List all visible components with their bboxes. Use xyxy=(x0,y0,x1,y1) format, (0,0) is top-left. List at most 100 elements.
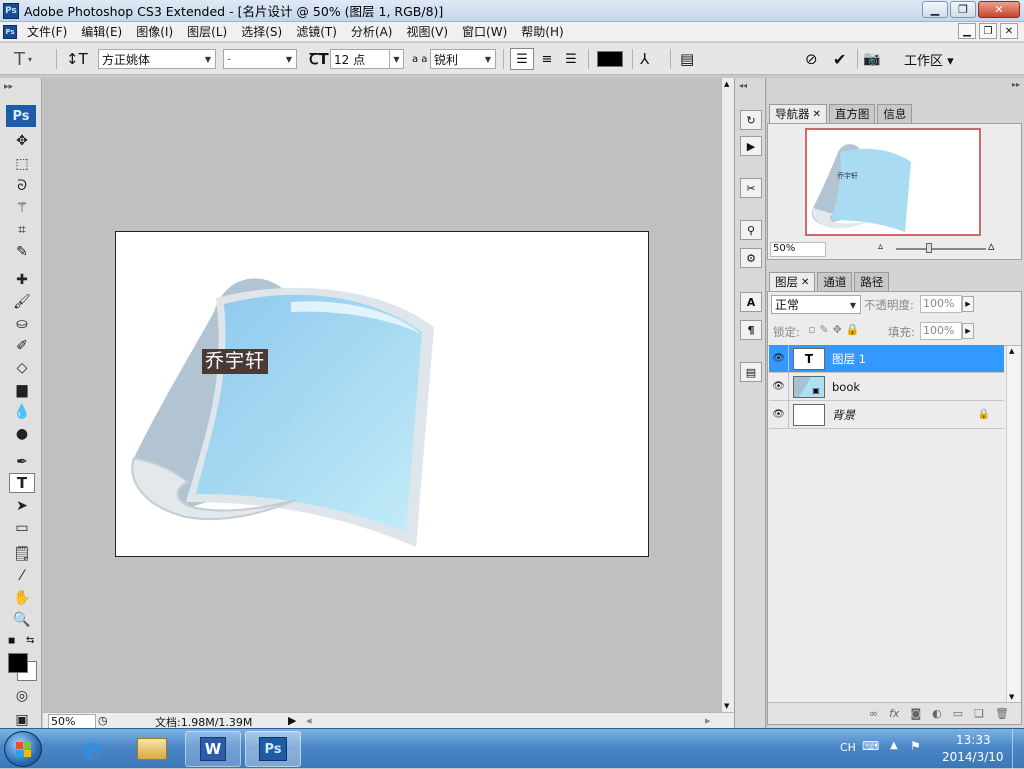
type-tool-icon[interactable]: T xyxy=(9,473,35,493)
tab-navigator[interactable]: 导航器 ✕ xyxy=(769,104,827,123)
tab-info[interactable]: 信息 xyxy=(877,104,913,123)
tray-expand-icon[interactable]: ▲ xyxy=(890,740,898,751)
clone-stamp-tool-icon[interactable]: ⛀ xyxy=(9,314,35,334)
swap-colors-icon[interactable]: ⇆ xyxy=(26,635,34,646)
close-button[interactable]: ✕ xyxy=(978,1,1020,18)
menu-file[interactable]: 文件(F) xyxy=(20,23,74,40)
visibility-eye-icon[interactable]: 👁 xyxy=(769,400,789,429)
new-group-icon[interactable]: ▭ xyxy=(953,707,963,720)
lock-icons[interactable]: ▫✎✥🔒 xyxy=(808,323,864,336)
commit-edit-icon[interactable]: ✔ xyxy=(833,48,846,70)
pen-tool-icon[interactable]: ✒ xyxy=(9,452,35,472)
blur-tool-icon[interactable]: 💧 xyxy=(9,402,35,422)
notes-tool-icon[interactable]: 🗒 xyxy=(9,544,35,564)
font-style-select[interactable]: - ▼ xyxy=(223,49,297,69)
dodge-tool-icon[interactable]: ● xyxy=(9,424,35,444)
screen-mode-icon[interactable]: ▣ xyxy=(9,710,35,730)
tool-presets-icon[interactable]: ✂ xyxy=(740,178,762,198)
input-language[interactable]: CH xyxy=(840,741,856,754)
doc-close-button[interactable]: ✕ xyxy=(1000,23,1018,39)
zoom-tool-icon[interactable]: 🔍 xyxy=(9,610,35,630)
layer-style-icon[interactable]: fx xyxy=(889,707,899,720)
scroll-up-icon[interactable]: ▲ xyxy=(1009,347,1014,355)
zoom-in-icon[interactable]: ▵ xyxy=(988,239,995,254)
keyboard-icon[interactable]: ⌨ xyxy=(862,739,879,753)
menu-edit[interactable]: 编辑(E) xyxy=(74,23,129,40)
network-icon[interactable]: ⚑ xyxy=(910,739,921,753)
text-color-swatch[interactable] xyxy=(597,51,623,67)
taskbar-word[interactable]: W xyxy=(185,731,241,767)
doc-restore-button[interactable]: ❐ xyxy=(979,23,997,39)
character-panel-icon[interactable]: A xyxy=(740,292,762,312)
tab-paths[interactable]: 路径 xyxy=(854,272,890,291)
align-center-button[interactable]: ≡ xyxy=(536,48,558,70)
close-icon[interactable]: ✕ xyxy=(801,277,809,288)
start-button[interactable] xyxy=(4,731,42,767)
toolbox-collapse-icon[interactable]: ▸▸ xyxy=(4,82,13,92)
slice-tool-icon[interactable]: ✎ xyxy=(9,242,35,262)
dock-collapse-icon[interactable]: ◂◂ xyxy=(739,81,747,90)
menu-layer[interactable]: 图层(L) xyxy=(180,23,234,40)
tab-histogram[interactable]: 直方图 xyxy=(828,104,876,123)
paragraph-panel-icon[interactable]: ¶ xyxy=(740,320,762,340)
hscroll-right-icon[interactable]: ▸ xyxy=(705,714,711,727)
warp-text-icon[interactable]: ⅄ xyxy=(640,48,649,70)
vertical-scrollbar[interactable]: ▲ ▼ xyxy=(721,78,734,712)
show-desktop-button[interactable] xyxy=(1012,729,1024,769)
zoom-field[interactable]: 50% xyxy=(48,714,96,729)
document-canvas[interactable]: 乔宇轩 xyxy=(115,231,649,557)
zoom-out-icon[interactable]: ▵ xyxy=(878,241,883,252)
actions-panel-icon[interactable]: ▶ xyxy=(740,136,762,156)
tab-layers[interactable]: 图层 ✕ xyxy=(769,272,816,291)
hscroll-left-icon[interactable]: ◂ xyxy=(306,714,312,727)
menu-view[interactable]: 视图(V) xyxy=(399,23,455,40)
hand-tool-icon[interactable]: ✋ xyxy=(9,588,35,608)
visibility-eye-icon[interactable]: 👁 xyxy=(769,372,789,401)
cancel-edit-icon[interactable]: ⊘ xyxy=(805,48,818,70)
taskbar-ie[interactable]: e xyxy=(64,731,120,767)
taskbar-explorer[interactable] xyxy=(124,731,180,767)
healing-brush-tool-icon[interactable]: ✚ xyxy=(9,270,35,290)
menu-analysis[interactable]: 分析(A) xyxy=(344,23,400,40)
shape-tool-icon[interactable]: ▭ xyxy=(9,518,35,538)
navigator-view-box[interactable]: 乔宇轩 xyxy=(805,128,981,236)
blend-mode-select[interactable]: 正常 ▼ xyxy=(771,295,861,314)
quick-mask-icon[interactable]: ◎ xyxy=(9,686,35,706)
bridge-icon[interactable]: 📷 xyxy=(863,48,880,70)
text-orientation-icon[interactable]: ↕T xyxy=(66,48,88,70)
clone-source-icon[interactable]: ⚙ xyxy=(740,248,762,268)
path-selection-tool-icon[interactable]: ➤ xyxy=(9,496,35,516)
scroll-up-icon[interactable]: ▲ xyxy=(724,80,729,88)
scroll-down-icon[interactable]: ▼ xyxy=(724,702,729,710)
layer-mask-icon[interactable]: ◙ xyxy=(910,707,921,720)
font-size-select[interactable]: 12 点 ▼ xyxy=(330,49,404,69)
new-layer-icon[interactable]: ❏ xyxy=(974,707,984,720)
panel-expand-icon[interactable]: ▸▸ xyxy=(1012,80,1020,89)
eraser-tool-icon[interactable]: ◇ xyxy=(9,358,35,378)
restore-button[interactable]: ❐ xyxy=(950,1,976,18)
menu-filter[interactable]: 滤镜(T) xyxy=(289,23,344,40)
foreground-color-swatch[interactable] xyxy=(8,653,28,673)
menu-help[interactable]: 帮助(H) xyxy=(514,23,570,40)
layers-scrollbar[interactable]: ▲ ▼ xyxy=(1006,346,1020,702)
tab-channels[interactable]: 通道 xyxy=(817,272,853,291)
lasso-tool-icon[interactable]: ᘐ xyxy=(9,176,35,196)
text-layer-selection[interactable]: 乔宇轩 xyxy=(202,349,269,374)
link-layers-icon[interactable]: ∞ xyxy=(869,707,878,720)
fill-field[interactable]: 100% xyxy=(920,322,962,340)
crop-tool-icon[interactable]: ⌗ xyxy=(9,220,35,240)
antialias-select[interactable]: 锐利 ▼ xyxy=(430,49,496,69)
doc-minimize-button[interactable]: ▁ xyxy=(958,23,976,39)
layer-row-book[interactable]: 👁 ▣ book xyxy=(769,372,1004,401)
menu-window[interactable]: 窗口(W) xyxy=(455,23,514,40)
workspace-menu[interactable]: 工作区 ▾ xyxy=(904,48,954,70)
gradient-tool-icon[interactable]: ▆ xyxy=(9,380,35,400)
status-icon[interactable]: ◷ xyxy=(98,714,108,727)
fill-arrow-icon[interactable]: ▶ xyxy=(962,323,974,339)
align-left-button[interactable]: ☰ xyxy=(510,48,534,70)
menu-image[interactable]: 图像(I) xyxy=(129,23,180,40)
menu-select[interactable]: 选择(S) xyxy=(234,23,289,40)
align-right-button[interactable]: ☰ xyxy=(560,48,582,70)
character-panel-icon[interactable]: ▤ xyxy=(680,48,694,70)
status-menu-arrow-icon[interactable]: ▶ xyxy=(288,714,296,727)
